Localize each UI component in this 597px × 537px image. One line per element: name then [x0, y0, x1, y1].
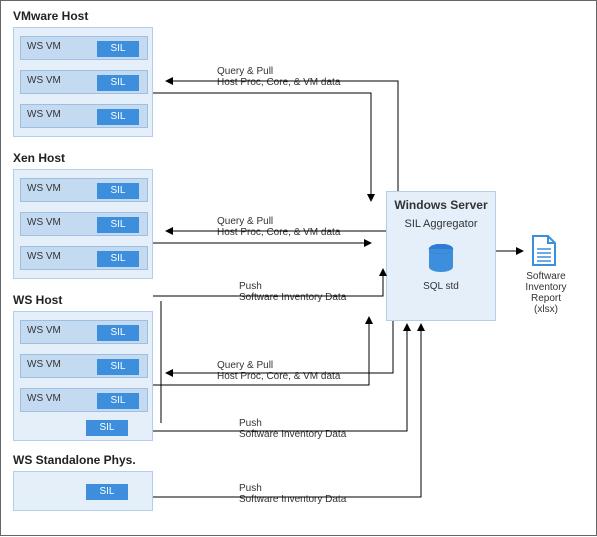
vm-row: WS VM SIL — [20, 212, 148, 236]
vm-label: WS VM — [27, 217, 61, 228]
ws-standalone-group: SIL — [13, 471, 153, 511]
sil-tag: SIL — [97, 217, 139, 233]
vm-row: WS VM SIL — [20, 320, 148, 344]
vm-label: WS VM — [27, 75, 61, 86]
edge-sub: Host Proc, Core, & VM data — [217, 371, 340, 382]
edge-sub: Host Proc, Core, & VM data — [217, 227, 340, 238]
edge-label-push-wshost: Push Software Inventory Data — [239, 418, 346, 440]
edge-title: Push — [239, 418, 346, 429]
ws-standalone-title: WS Standalone Phys. — [13, 453, 136, 467]
edge-sub: Software Inventory Data — [239, 292, 346, 303]
vm-label: WS VM — [27, 251, 61, 262]
edge-label-query-vmware: Query & Pull Host Proc, Core, & VM data — [217, 66, 340, 88]
vm-label: WS VM — [27, 325, 61, 336]
windows-server-box: Windows Server SIL Aggregator SQL std — [386, 191, 496, 321]
sil-tag: SIL — [97, 359, 139, 375]
sil-tag: SIL — [97, 393, 139, 409]
sil-tag-host: SIL — [86, 420, 128, 436]
vm-label: WS VM — [27, 183, 61, 194]
xen-host-group: WS VM SIL WS VM SIL WS VM SIL — [13, 169, 153, 279]
sil-tag: SIL — [97, 325, 139, 341]
report-line3: (xlsx) — [511, 304, 581, 315]
xen-host-title: Xen Host — [13, 151, 65, 165]
edge-label-push-xen: Push Software Inventory Data — [239, 281, 346, 303]
edge-sub: Host Proc, Core, & VM data — [217, 77, 340, 88]
report-line1: Software — [511, 271, 581, 282]
edge-label-query-wshost: Query & Pull Host Proc, Core, & VM data — [217, 360, 340, 382]
ws-host-group: WS VM SIL WS VM SIL WS VM SIL SIL — [13, 311, 153, 441]
report-label: Software Inventory Report (xlsx) — [511, 271, 581, 315]
sil-tag: SIL — [97, 41, 139, 57]
database-icon — [428, 244, 454, 277]
vm-row: WS VM SIL — [20, 70, 148, 94]
vm-label: WS VM — [27, 109, 61, 120]
sil-tag: SIL — [97, 251, 139, 267]
edge-label-query-xen: Query & Pull Host Proc, Core, & VM data — [217, 216, 340, 238]
vm-label: WS VM — [27, 393, 61, 404]
edge-title: Push — [239, 281, 346, 292]
edge-title: Query & Pull — [217, 66, 340, 77]
diagram-canvas: VMware Host WS VM SIL WS VM SIL WS VM SI… — [0, 0, 597, 536]
sil-tag: SIL — [97, 109, 139, 125]
sil-tag: SIL — [97, 183, 139, 199]
sil-tag: SIL — [97, 75, 139, 91]
vm-row: WS VM SIL — [20, 388, 148, 412]
edge-sub: Software Inventory Data — [239, 494, 346, 505]
vm-label: WS VM — [27, 41, 61, 52]
vm-label: WS VM — [27, 359, 61, 370]
vmware-host-group: WS VM SIL WS VM SIL WS VM SIL — [13, 27, 153, 137]
server-title: Windows Server — [387, 198, 495, 212]
report-line2: Inventory Report — [511, 282, 581, 304]
edge-title: Push — [239, 483, 346, 494]
edge-title: Query & Pull — [217, 216, 340, 227]
vm-row: WS VM SIL — [20, 36, 148, 60]
vm-row: WS VM SIL — [20, 178, 148, 202]
edge-sub: Software Inventory Data — [239, 429, 346, 440]
ws-host-title: WS Host — [13, 293, 62, 307]
server-subtitle: SIL Aggregator — [387, 218, 495, 230]
vm-row: WS VM SIL — [20, 354, 148, 378]
vm-row: WS VM SIL — [20, 246, 148, 270]
document-icon — [531, 235, 557, 270]
sil-tag-standalone: SIL — [86, 484, 128, 500]
vm-row: WS VM SIL — [20, 104, 148, 128]
edge-title: Query & Pull — [217, 360, 340, 371]
vmware-host-title: VMware Host — [13, 9, 88, 23]
edge-label-push-standalone: Push Software Inventory Data — [239, 483, 346, 505]
db-label: SQL std — [387, 281, 495, 292]
